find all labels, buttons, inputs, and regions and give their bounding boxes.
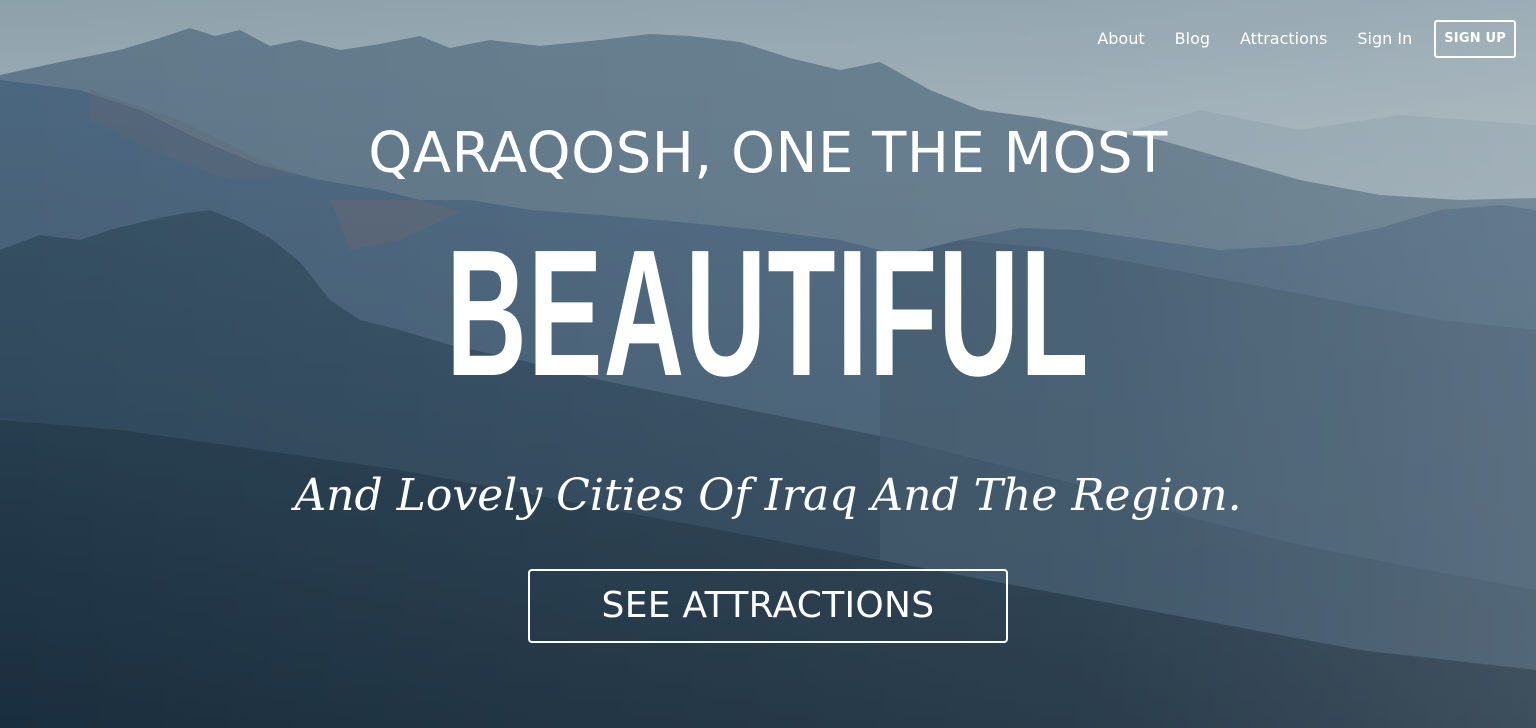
nav-link-sign-in[interactable]: Sign In [1357, 20, 1412, 58]
hero-subheadline: And Lovely Cities Of Iraq And The Region… [294, 470, 1242, 521]
hero-headline-top: QARAQOSH, ONE THE MOST [368, 121, 1168, 186]
sign-up-button[interactable]: SIGN UP [1434, 20, 1516, 58]
nav-link-attractions[interactable]: Attractions [1240, 20, 1327, 58]
nav-link-about[interactable]: About [1097, 20, 1144, 58]
hero-headline-main-text: BEAUTIFUL [446, 213, 1090, 414]
see-attractions-button[interactable]: SEE ATTRACTIONS [528, 569, 1008, 643]
nav-link-blog[interactable]: Blog [1175, 20, 1210, 58]
hero-section: About Blog Attractions Sign In SIGN UP Q… [0, 0, 1536, 728]
hero-headline-main: BEAUTIFUL [0, 214, 1536, 414]
top-navigation: About Blog Attractions Sign In SIGN UP [1097, 20, 1516, 58]
